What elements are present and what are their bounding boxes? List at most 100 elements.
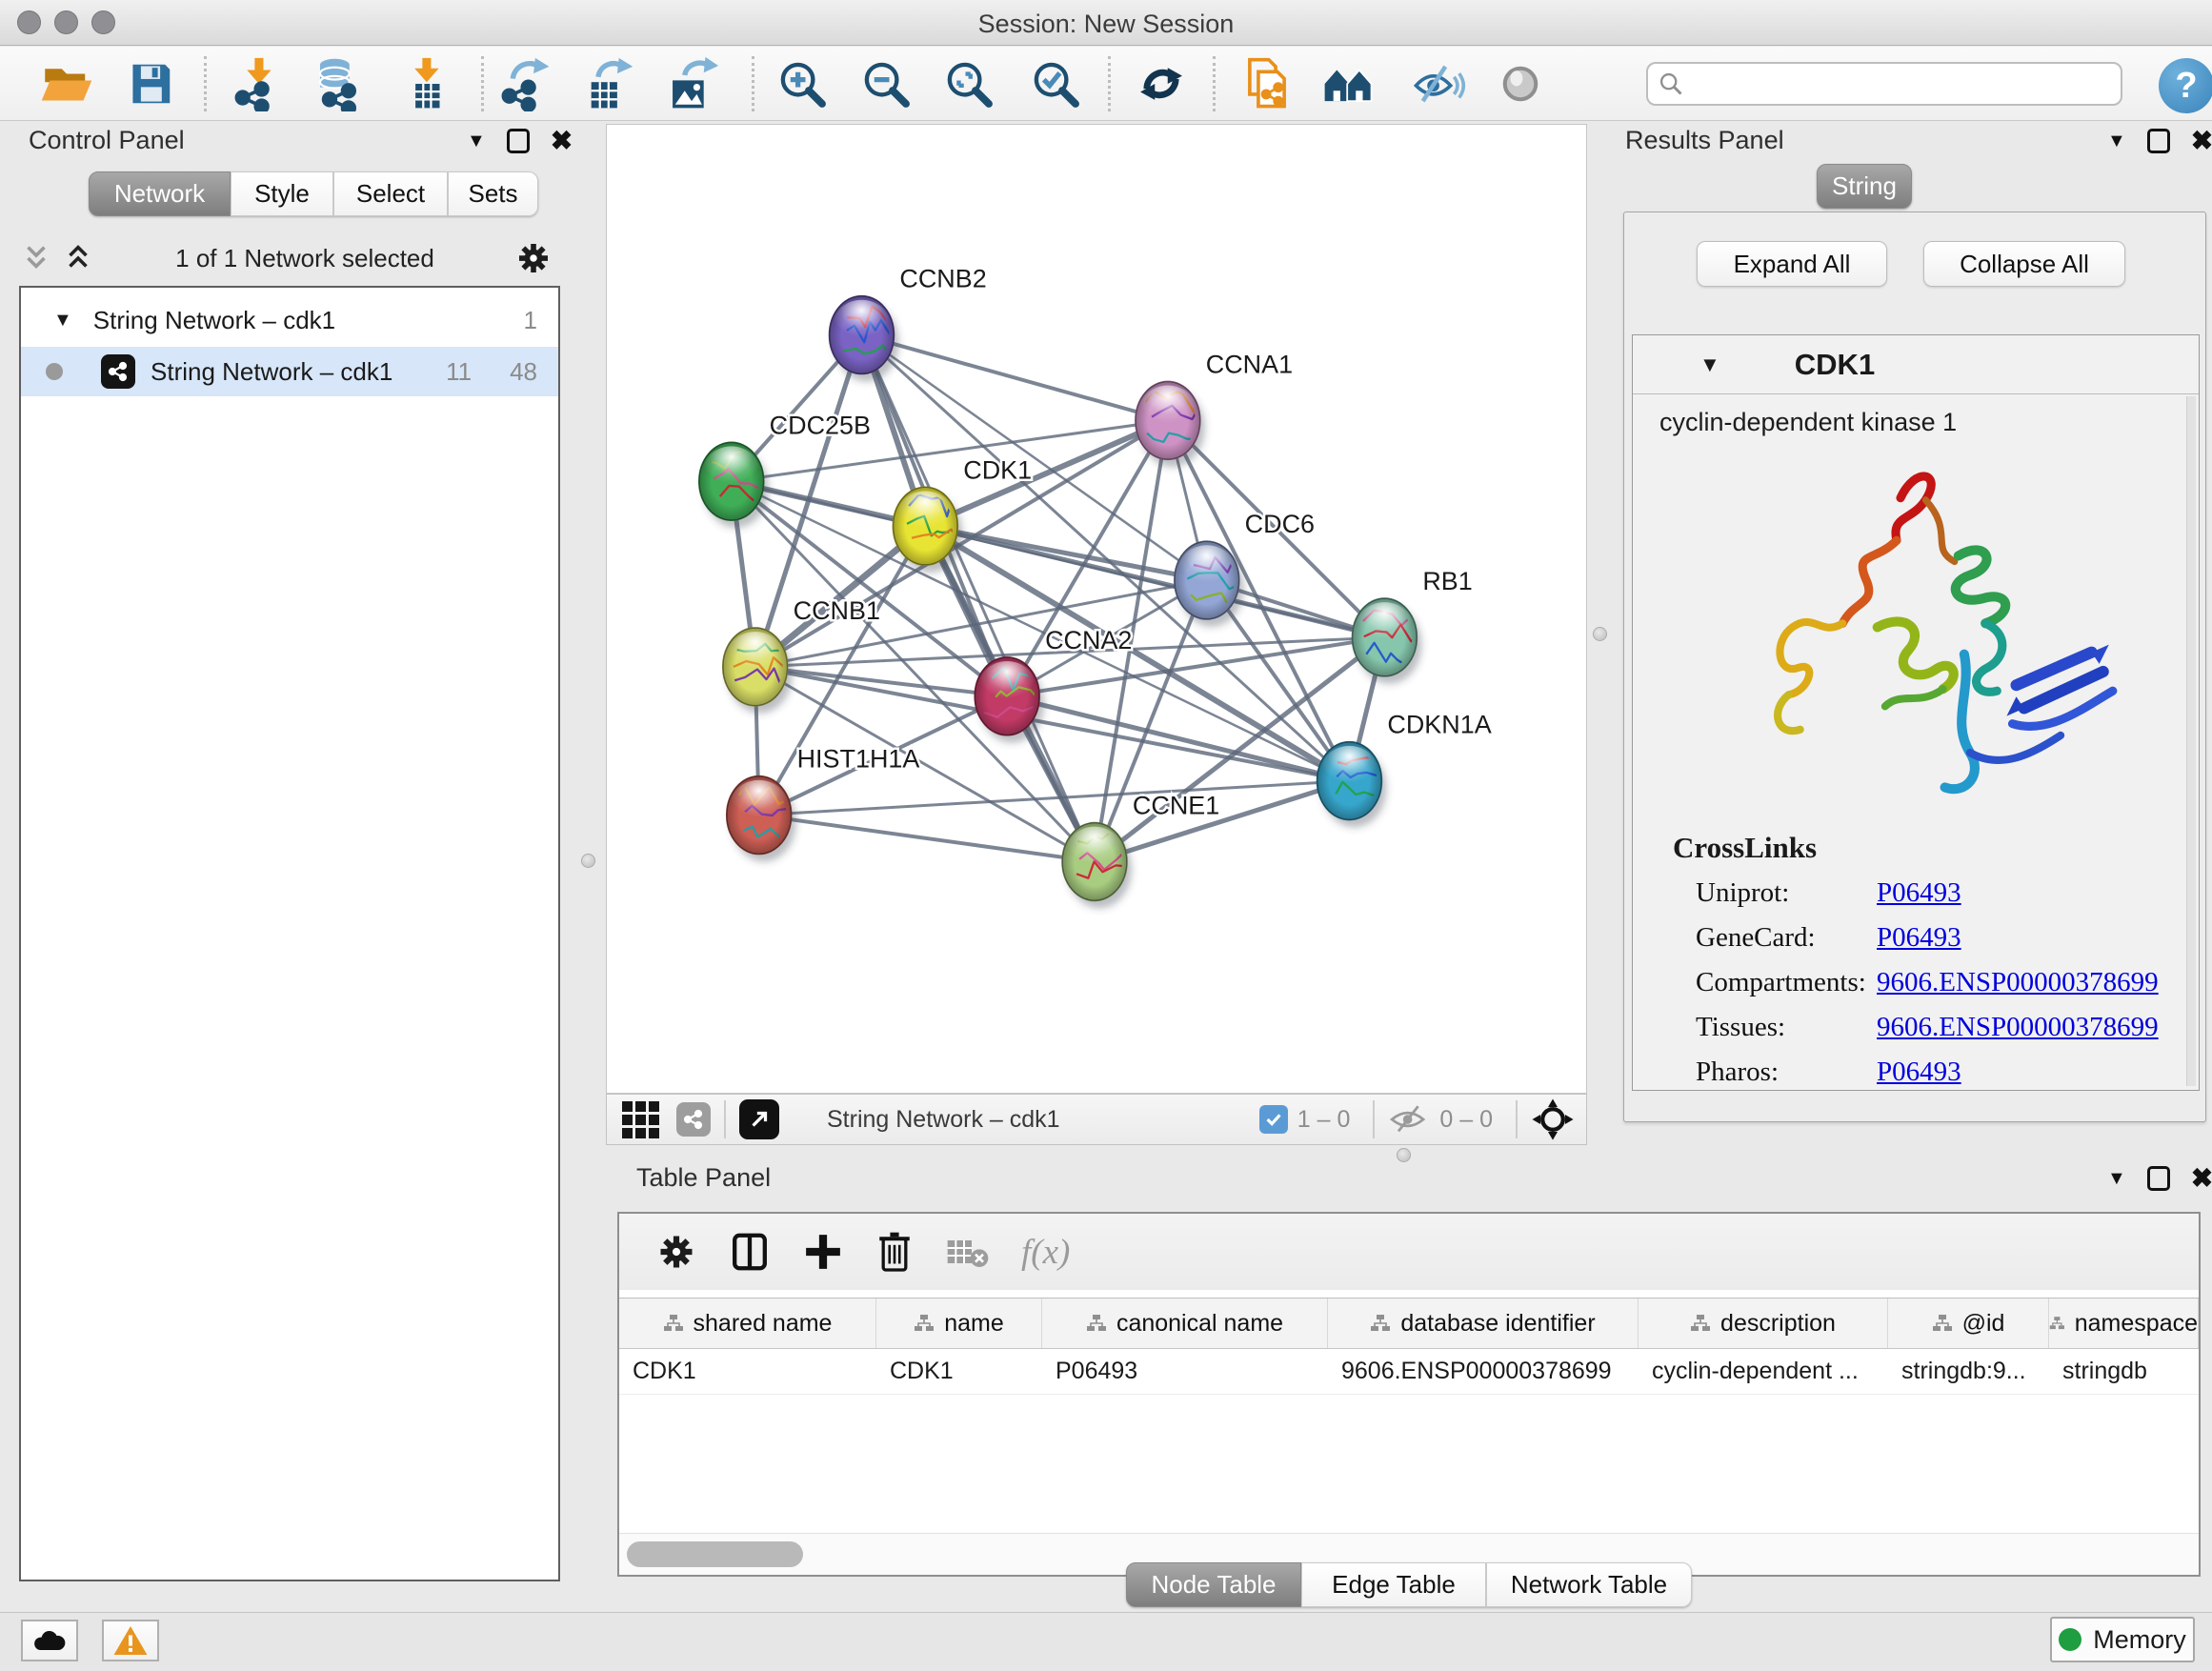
control-panel: Control Panel ▼ ✖ NetworkStyleSelectSets…	[8, 124, 564, 1612]
network-collection-row[interactable]: ▼ String Network – cdk1 1	[21, 295, 558, 345]
import-network-from-database-button[interactable]	[308, 53, 369, 114]
import-table-from-file-button[interactable]	[395, 53, 456, 114]
open-session-button[interactable]	[36, 53, 97, 114]
birds-eye-view-icon[interactable]	[739, 1099, 779, 1139]
glass-ball-effect-button[interactable]	[1408, 53, 1469, 114]
table-cell[interactable]: CDK1	[876, 1349, 1042, 1394]
zoom-in-button[interactable]	[772, 53, 833, 114]
protein-card-header[interactable]: ▼ CDK1	[1633, 335, 2199, 394]
tab-node-table[interactable]: Node Table	[1126, 1562, 1301, 1607]
network-row[interactable]: String Network – cdk1 11 48	[21, 347, 558, 396]
disclosure-triangle-icon[interactable]: ▼	[1699, 352, 1720, 377]
select-columns-icon[interactable]	[728, 1230, 772, 1274]
tab-style[interactable]: Style	[231, 171, 333, 216]
table-cell[interactable]: cyclin-dependent ...	[1639, 1349, 1888, 1394]
delete-column-icon[interactable]	[875, 1230, 915, 1274]
zoom-selected-button[interactable]	[1025, 53, 1086, 114]
node-label-CCNA2: CCNA2	[1045, 626, 1132, 654]
results-scrollbar[interactable]	[2186, 396, 2196, 1086]
panel-close-icon[interactable]: ✖	[2191, 128, 2212, 154]
column-header-database-identifier[interactable]: database identifier	[1328, 1299, 1639, 1348]
copy-network-button[interactable]	[1237, 53, 1297, 114]
tab-network[interactable]: Network	[89, 171, 231, 216]
expand-all-icon[interactable]	[61, 242, 95, 274]
panel-close-icon[interactable]: ✖	[2191, 1165, 2212, 1192]
collection-count: 1	[524, 306, 537, 335]
network-selector-bar: 1 of 1 Network selected	[19, 236, 553, 280]
crosslink-link[interactable]: P06493	[1877, 922, 1961, 954]
column-header-shared-name[interactable]: shared name	[619, 1299, 876, 1348]
tab-network-table[interactable]: Network Table	[1486, 1562, 1692, 1607]
cloud-button[interactable]	[21, 1620, 78, 1661]
panel-menu-icon[interactable]: ▼	[2107, 131, 2126, 152]
export-table-button[interactable]	[576, 53, 637, 114]
network-overview-icon[interactable]	[676, 1102, 711, 1137]
memory-button[interactable]: Memory	[2050, 1617, 2195, 1662]
crosslink-link[interactable]: 9606.ENSP00000378699	[1877, 967, 2159, 998]
add-column-icon[interactable]	[802, 1231, 844, 1273]
tab-select[interactable]: Select	[333, 171, 448, 216]
pan-crosshair-icon[interactable]	[1531, 1097, 1575, 1141]
crosslink-link[interactable]: P06493	[1877, 1057, 1961, 1088]
import-network-from-file-button[interactable]	[228, 53, 289, 114]
table-row[interactable]: CDK1CDK1P064939606.ENSP00000378699cyclin…	[619, 1349, 2199, 1395]
panel-close-icon[interactable]: ✖	[551, 128, 573, 154]
export-image-button[interactable]	[661, 53, 722, 114]
scrollbar-thumb[interactable]	[627, 1541, 803, 1567]
splitter-handle[interactable]	[1593, 627, 1607, 641]
fit-content-button[interactable]	[938, 53, 999, 114]
help-button[interactable]: ?	[2159, 58, 2212, 113]
network-canvas[interactable]: CCNB2CCNA1CDC25BCDK1CDC6RB1CCNB1CCNA2CDK…	[607, 125, 1586, 1093]
table-cell[interactable]: 9606.ENSP00000378699	[1328, 1349, 1639, 1394]
expand-all-button[interactable]: Expand All	[1697, 241, 1887, 287]
column-header-namespace[interactable]: namespace	[2049, 1299, 2199, 1348]
network-edge[interactable]	[861, 335, 1095, 862]
table-cell[interactable]: stringdb	[2049, 1349, 2199, 1394]
column-header-name[interactable]: name	[876, 1299, 1042, 1348]
crosslink-link[interactable]: 9606.ENSP00000378699	[1877, 1012, 2159, 1043]
network-node-RB1[interactable]	[1352, 598, 1421, 684]
gear-icon[interactable]	[655, 1231, 697, 1273]
crosslinks-list: Uniprot:P06493GeneCard:P06493Compartment…	[1696, 871, 2191, 1095]
string-home-button[interactable]	[1318, 53, 1379, 114]
table-cell[interactable]: P06493	[1042, 1349, 1328, 1394]
show-grid-icon[interactable]	[622, 1101, 659, 1138]
tab-string[interactable]: String	[1817, 164, 1912, 209]
splitter-handle[interactable]	[581, 854, 595, 868]
column-header-@id[interactable]: @id	[1888, 1299, 2049, 1348]
tab-edge-table[interactable]: Edge Table	[1301, 1562, 1486, 1607]
refresh-view-button[interactable]	[1131, 53, 1192, 114]
network-view[interactable]: CCNB2CCNA1CDC25BCDK1CDC6RB1CCNB1CCNA2CDK…	[606, 124, 1587, 1094]
column-header-canonical-name[interactable]: canonical name	[1042, 1299, 1328, 1348]
network-node-HIST1H1A[interactable]	[727, 776, 804, 862]
search-input[interactable]	[1684, 70, 2121, 97]
table-cell[interactable]: CDK1	[619, 1349, 876, 1394]
collapse-all-button[interactable]: Collapse All	[1923, 241, 2125, 287]
panel-menu-icon[interactable]: ▼	[2107, 1168, 2126, 1190]
table-panel-header-buttons: ▼ ✖	[2107, 1165, 2212, 1192]
crosslink-link[interactable]: P06493	[1877, 877, 1961, 909]
tab-sets[interactable]: Sets	[448, 171, 538, 216]
network-node-CCNE1[interactable]	[1062, 823, 1132, 909]
selected-checkbox-icon[interactable]	[1259, 1105, 1288, 1134]
panel-float-icon[interactable]	[2147, 1166, 2170, 1191]
panel-float-icon[interactable]	[2147, 129, 2170, 153]
network-edge[interactable]	[759, 815, 1095, 862]
network-node-CDC25B[interactable]	[699, 442, 778, 528]
network-node-CCNB2[interactable]	[830, 296, 903, 382]
disclosure-triangle-icon[interactable]: ▼	[53, 310, 72, 332]
zoom-out-button[interactable]	[855, 53, 916, 114]
export-network-button[interactable]	[494, 53, 555, 114]
gear-icon[interactable]	[514, 239, 553, 277]
control-panel-header-buttons: ▼ ✖	[467, 128, 573, 154]
network-node-CDKN1A[interactable]	[1317, 742, 1392, 828]
table-cell[interactable]: stringdb:9...	[1888, 1349, 2049, 1394]
panel-menu-icon[interactable]: ▼	[467, 131, 486, 152]
warnings-button[interactable]	[102, 1620, 159, 1661]
camera-disabled-button[interactable]	[1490, 53, 1551, 114]
column-header-description[interactable]: description	[1639, 1299, 1888, 1348]
collapse-all-icon[interactable]	[19, 242, 53, 274]
save-session-button[interactable]	[120, 53, 181, 114]
panel-float-icon[interactable]	[507, 129, 530, 153]
toolbar-separator	[1516, 1100, 1518, 1138]
